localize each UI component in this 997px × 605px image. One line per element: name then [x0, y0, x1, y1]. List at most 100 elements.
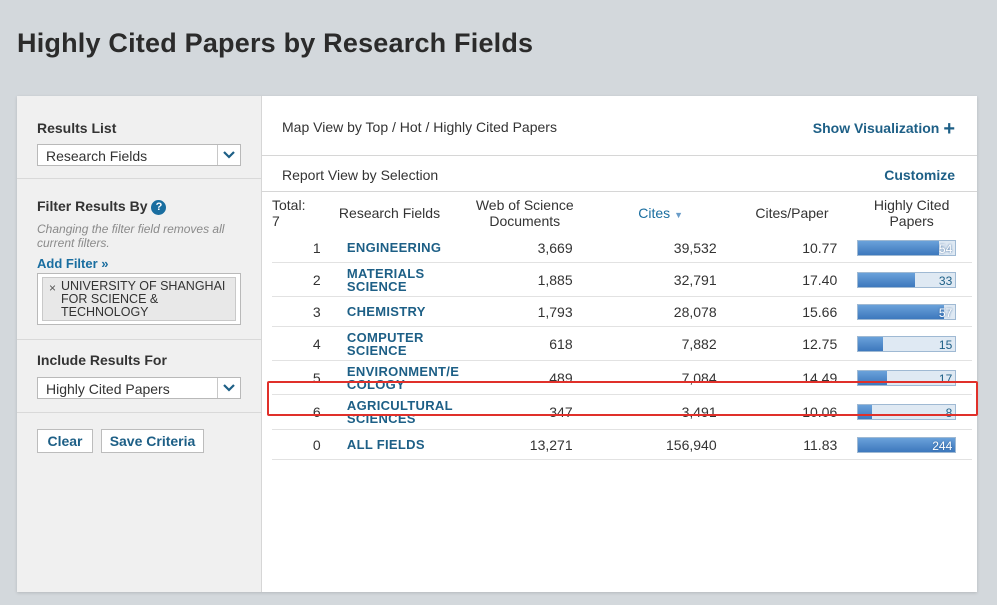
cites-header[interactable]: Cites ▼ — [589, 193, 733, 233]
table-row: 1 ENGINEERING 3,669 39,532 10.77 54 — [272, 233, 972, 263]
cites-cell: 32,791 — [588, 262, 733, 297]
field-line-1: CHEMISTRY — [346, 304, 426, 319]
hcp-value: 244 — [932, 438, 953, 453]
sidebar: Results List Research Fields Filter Resu… — [17, 96, 262, 592]
sort-desc-icon: ▼ — [674, 210, 683, 220]
hcp-value: 54 — [938, 241, 953, 256]
field-cell: ENGINEERING — [338, 233, 461, 263]
hcp-cell: 54 — [851, 233, 972, 263]
field-link[interactable]: COMPUTER SCIENCE — [347, 331, 461, 357]
hcp-bar-fill — [858, 272, 915, 287]
hcp-bar[interactable]: 54 — [857, 239, 957, 256]
results-list-value: Research Fields — [46, 148, 148, 164]
spacer — [320, 429, 339, 460]
research-fields-header[interactable]: Research Fields — [339, 193, 461, 233]
field-link[interactable]: CHEMISTRY — [347, 305, 461, 318]
include-results-value: Highly Cited Papers — [46, 381, 170, 397]
save-criteria-button[interactable]: Save Criteria — [101, 429, 204, 453]
report-view-header: Report View by Selection Customize — [262, 156, 977, 192]
hcp-bar[interactable]: 15 — [857, 335, 957, 352]
field-link[interactable]: ALL FIELDS — [347, 438, 461, 451]
remove-filter-icon[interactable]: × — [49, 281, 56, 295]
field-line-2: SCIENCE — [346, 342, 407, 358]
cites-cell: 7,882 — [588, 326, 733, 361]
rank-cell: 0 — [272, 429, 321, 460]
cites-per-paper-cell: 12.75 — [732, 326, 852, 361]
divider — [17, 178, 261, 179]
divider — [17, 339, 261, 340]
add-filter-link[interactable]: Add Filter » — [37, 256, 109, 271]
spacer — [320, 233, 339, 263]
field-cell: ALL FIELDS — [338, 429, 461, 460]
wos-documents-header[interactable]: Web of Science Documents — [461, 193, 589, 233]
hcp-cell: 244 — [851, 429, 972, 460]
cites-header-label: Cites — [638, 205, 671, 221]
results-list-select[interactable]: Research Fields — [37, 144, 241, 166]
field-line-1: ENGINEERING — [346, 240, 442, 255]
spacer — [321, 193, 339, 233]
table-row: 0 ALL FIELDS 13,271 156,940 11.83 244 — [272, 429, 972, 460]
documents-cell: 1,793 — [460, 296, 589, 327]
customize-link[interactable]: Customize — [884, 167, 955, 183]
map-view-header: Map View by Top / Hot / Highly Cited Pap… — [262, 96, 977, 156]
total-label: Total: — [272, 197, 306, 213]
table-row: 2 MATERIALS SCIENCE 1,885 32,791 17.40 33 — [272, 262, 972, 297]
results-table: Total: 7 Research Fields Web of Science D… — [272, 193, 972, 460]
hcp-bar-fill — [858, 304, 944, 319]
main-panel: Map View by Top / Hot / Highly Cited Pap… — [262, 96, 977, 592]
field-line-2: SCIENCE — [346, 278, 407, 294]
hcp-bar[interactable]: 244 — [857, 436, 957, 453]
spacer — [320, 326, 339, 361]
hcp-cell: 15 — [851, 326, 972, 361]
table-header-row: Total: 7 Research Fields Web of Science D… — [272, 193, 972, 233]
clear-button[interactable]: Clear — [37, 429, 93, 453]
hcp-cell: 33 — [851, 262, 972, 297]
filter-chip: × UNIVERSITY OF SHANGHAI FOR SCIENCE & T… — [42, 277, 236, 321]
filter-label: Filter Results By? — [37, 198, 167, 215]
rank-cell: 3 — [272, 296, 321, 327]
table-row: 3 CHEMISTRY 1,793 28,078 15.66 57 — [272, 296, 972, 327]
filter-chip-box: × UNIVERSITY OF SHANGHAI FOR SCIENCE & T… — [37, 273, 241, 325]
filter-label-text: Filter Results By — [37, 198, 148, 214]
page-title: Highly Cited Papers by Research Fields — [17, 28, 534, 58]
help-icon[interactable]: ? — [151, 200, 167, 215]
cites-cell: 28,078 — [588, 296, 733, 327]
filter-chip-label: UNIVERSITY OF SHANGHAI FOR SCIENCE & TEC… — [61, 279, 226, 319]
hcp-value: 33 — [938, 273, 953, 288]
chevron-down-icon[interactable] — [217, 145, 240, 165]
rank-cell: 4 — [272, 326, 321, 361]
include-results-select[interactable]: Highly Cited Papers — [37, 377, 241, 399]
hcp-bar[interactable]: 57 — [857, 303, 957, 320]
documents-cell: 618 — [460, 326, 589, 361]
cites-per-paper-cell: 15.66 — [732, 296, 852, 327]
show-visualization-link[interactable]: Show Visualization + — [813, 118, 955, 141]
field-link[interactable]: ENGINEERING — [347, 241, 461, 254]
cites-per-paper-cell: 17.40 — [732, 262, 852, 297]
chevron-down-icon[interactable] — [217, 378, 240, 398]
results-card: Results List Research Fields Filter Resu… — [17, 96, 977, 592]
highly-cited-papers-header[interactable]: Highly Cited Papers — [851, 193, 972, 233]
divider — [17, 412, 261, 413]
hcp-cell: 57 — [851, 296, 972, 327]
spacer — [320, 296, 339, 327]
hcp-value: 57 — [938, 305, 953, 320]
plus-icon: + — [943, 118, 955, 140]
field-cell: MATERIALS SCIENCE — [338, 262, 461, 297]
hcp-value: 15 — [938, 337, 953, 352]
documents-cell: 1,885 — [460, 262, 589, 297]
cites-per-paper-header[interactable]: Cites/Paper — [733, 193, 852, 233]
include-results-label: Include Results For — [37, 352, 167, 368]
cites-per-paper-cell: 10.77 — [732, 233, 852, 263]
table-row: 4 COMPUTER SCIENCE 618 7,882 12.75 15 — [272, 326, 972, 361]
rank-cell: 1 — [272, 233, 321, 263]
field-link[interactable]: MATERIALS SCIENCE — [347, 267, 461, 293]
filter-hint: Changing the filter field removes all cu… — [37, 222, 225, 250]
show-visualization-label: Show Visualization — [812, 120, 940, 136]
field-cell: CHEMISTRY — [338, 296, 461, 327]
total-value: 7 — [272, 213, 280, 229]
hcp-bar[interactable]: 33 — [857, 271, 957, 288]
cites-cell: 156,940 — [588, 429, 733, 460]
rank-cell: 2 — [272, 262, 321, 297]
hcp-bar-fill — [858, 240, 939, 255]
field-line-1: ALL FIELDS — [346, 437, 425, 452]
